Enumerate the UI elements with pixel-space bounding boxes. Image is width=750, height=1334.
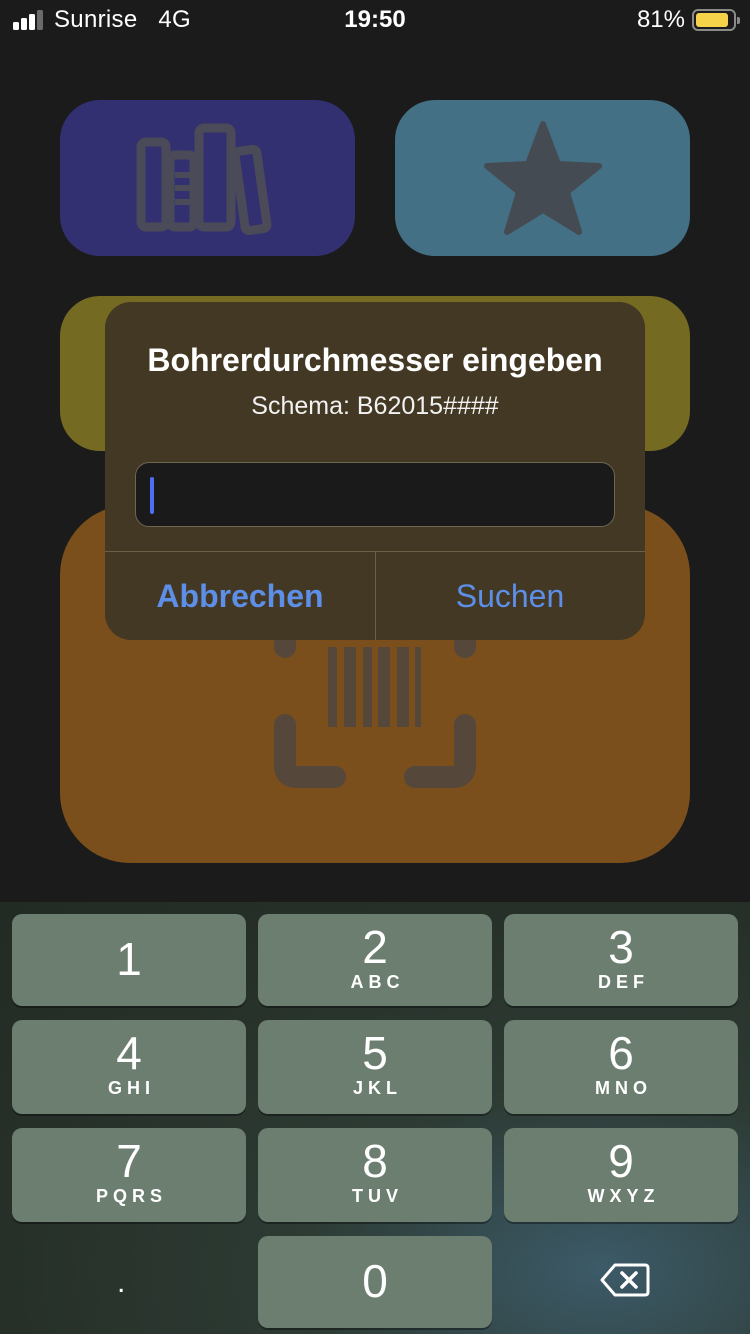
search-button[interactable]: Suchen [375, 552, 645, 640]
cancel-button[interactable]: Abbrechen [105, 552, 375, 640]
text-caret [150, 477, 154, 514]
backspace-icon [600, 1263, 650, 1297]
favorites-tile[interactable] [395, 100, 690, 256]
diameter-input[interactable] [135, 462, 615, 527]
battery-icon [692, 9, 740, 31]
key-1[interactable]: 1 [12, 914, 246, 1006]
star-icon [484, 121, 602, 235]
key-8[interactable]: 8 TUV [258, 1128, 492, 1222]
alert-title: Bohrerdurchmesser eingeben [147, 342, 603, 378]
alert-message: Schema: B62015#### [251, 392, 499, 420]
key-2[interactable]: 2 ABC [258, 914, 492, 1006]
key-5[interactable]: 5 JKL [258, 1020, 492, 1114]
barcode-scan-icon [274, 635, 476, 788]
battery-percentage: 81% [636, 6, 685, 33]
key-9[interactable]: 9 WXYZ [504, 1128, 738, 1222]
numeric-keypad: 1 2 ABC 3 DEF 4 GHI 5 JKL 6 MNO 7 PQRS 8… [0, 902, 750, 1334]
library-tile[interactable] [60, 100, 355, 256]
books-icon [136, 123, 272, 235]
key-7[interactable]: 7 PQRS [12, 1128, 246, 1222]
delete-key[interactable] [504, 1236, 738, 1328]
key-0[interactable]: 0 [258, 1236, 492, 1328]
key-decimal[interactable]: . [12, 1236, 246, 1328]
status-bar: Sunrise 4G 19:50 81% [0, 0, 750, 40]
key-6[interactable]: 6 MNO [504, 1020, 738, 1114]
key-4[interactable]: 4 GHI [12, 1020, 246, 1114]
input-alert-dialog: Bohrerdurchmesser eingeben Schema: B6201… [105, 302, 645, 640]
key-3[interactable]: 3 DEF [504, 914, 738, 1006]
